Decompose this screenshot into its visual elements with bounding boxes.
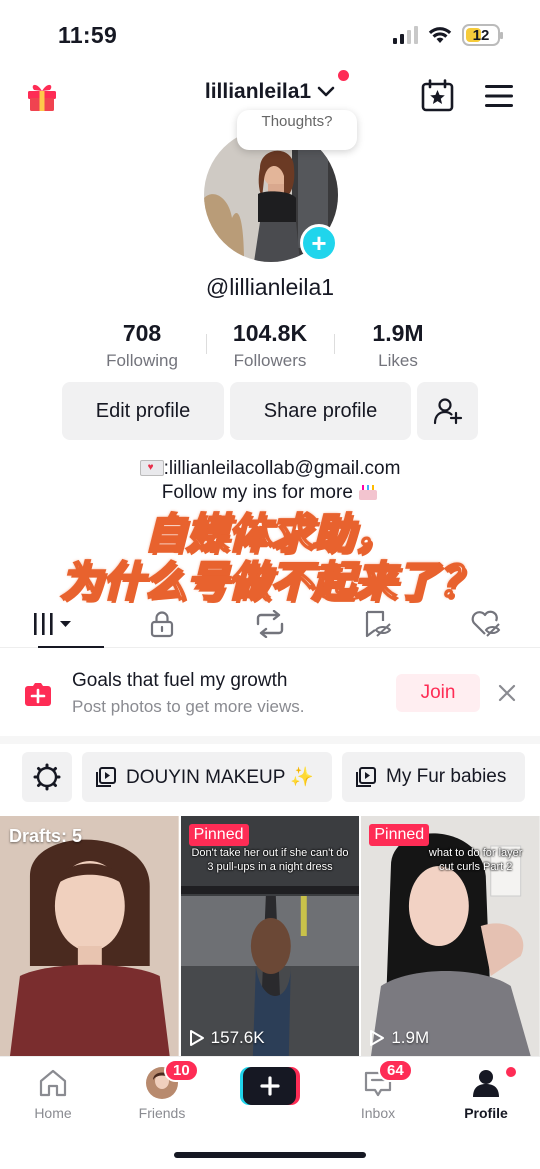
heart-hidden-icon xyxy=(471,610,501,637)
status-time: 11:59 xyxy=(58,22,118,48)
collection-chip-fur-babies[interactable]: My Fur babies xyxy=(342,752,525,802)
video-thumbnail-layer-cut[interactable]: Pinned what to do for layer cut curls Pa… xyxy=(361,816,540,1056)
videos-grid-icon xyxy=(34,612,71,635)
playlist-icon xyxy=(96,767,116,787)
wifi-icon xyxy=(428,27,452,43)
gear-icon xyxy=(33,763,61,791)
video-grid: Drafts: 5 Pinned Don't take her out if s… xyxy=(0,816,540,1056)
battery-icon: 12 xyxy=(462,24,503,46)
status-bar: 11:59 12 xyxy=(0,0,540,70)
tab-favorites[interactable] xyxy=(324,600,432,647)
collection-chip-douyin-makeup[interactable]: DOUYIN MAKEUP ✨ xyxy=(82,752,332,802)
nav-profile[interactable]: Profile xyxy=(446,1065,526,1121)
drafts-label: Drafts: 5 xyxy=(9,826,83,846)
view-count: 157.6K xyxy=(189,1028,265,1048)
video-thumbnail-drafts[interactable]: Drafts: 5 xyxy=(0,816,179,1056)
status-icons: 12 xyxy=(393,24,503,46)
stat-likes[interactable]: 1.9M Likes xyxy=(334,320,462,371)
pinned-badge: Pinned xyxy=(188,824,249,846)
profile-handle: @lillianleila1 xyxy=(205,274,335,300)
play-icon xyxy=(370,1030,385,1046)
calendar-star-icon[interactable] xyxy=(421,79,454,112)
lock-icon xyxy=(150,610,174,637)
nav-friends[interactable]: Friends 10 xyxy=(122,1059,202,1121)
profile-icon xyxy=(473,1070,499,1097)
tab-reposts[interactable] xyxy=(216,600,324,647)
profile-tabs xyxy=(0,600,540,648)
note-bubble[interactable]: Thoughts? xyxy=(237,110,357,150)
home-icon xyxy=(39,1069,67,1097)
goal-title: Goals that fuel my growth xyxy=(72,670,288,691)
tab-videos[interactable] xyxy=(0,600,108,648)
stat-followers[interactable]: 104.8K Followers xyxy=(206,320,334,371)
menu-icon[interactable] xyxy=(484,84,514,108)
goal-subtitle: Post photos to get more views. xyxy=(72,697,305,716)
notification-dot xyxy=(338,70,350,81)
repost-icon xyxy=(256,609,284,638)
account-switcher[interactable]: lillianleila1 xyxy=(0,70,540,104)
goal-card: Goals that fuel my growth Post photos to… xyxy=(0,650,540,736)
drafts-thumbnail-image xyxy=(0,816,179,1056)
cell-signal-icon xyxy=(393,26,418,44)
join-button[interactable]: Join xyxy=(396,674,480,712)
friends-badge: 10 xyxy=(164,1059,199,1082)
collection-chips: DOUYIN MAKEUP ✨ My Fur babies xyxy=(22,752,525,802)
profile-notification-dot xyxy=(506,1067,516,1077)
create-button[interactable] xyxy=(240,1067,300,1105)
inbox-badge: 64 xyxy=(378,1059,413,1082)
view-count: 1.9M xyxy=(369,1028,429,1048)
add-story-button[interactable]: + xyxy=(300,224,338,262)
home-indicator xyxy=(174,1152,366,1158)
video-caption: what to do for layer cut curls Part 2 xyxy=(428,847,523,873)
nav-inbox[interactable]: Inbox 64 xyxy=(338,1059,418,1121)
profile-stats: 708 Following 104.8K Followers 1.9M Like… xyxy=(78,320,462,371)
bio-email-line: ♥:lillianleilacollab@gmail.com xyxy=(0,458,540,480)
play-icon xyxy=(189,1030,204,1046)
edit-profile-button[interactable]: Edit profile xyxy=(62,382,224,440)
collection-settings-button[interactable] xyxy=(22,752,72,802)
tab-private[interactable] xyxy=(108,600,216,647)
envelope-heart-icon: ♥ xyxy=(139,460,164,476)
section-divider xyxy=(0,736,540,744)
nav-home[interactable]: Home xyxy=(13,1065,93,1121)
plus-icon xyxy=(243,1067,296,1105)
stat-following[interactable]: 708 Following xyxy=(78,320,206,371)
playlist-icon xyxy=(356,767,376,787)
share-profile-button[interactable]: Share profile xyxy=(230,382,411,440)
header-username: lillianleila1 xyxy=(204,80,312,103)
chevron-down-icon xyxy=(317,86,335,97)
video-caption: Don't take her out if she can't do 3 pul… xyxy=(191,847,349,873)
add-friends-button[interactable] xyxy=(417,382,478,440)
pinned-badge: Pinned xyxy=(369,824,430,846)
close-icon[interactable] xyxy=(495,681,519,705)
add-user-icon xyxy=(433,398,462,425)
video-thumbnail-pullups[interactable]: Pinned Don't take her out if she can't d… xyxy=(180,816,360,1056)
goal-icon xyxy=(25,683,51,706)
bookmark-hidden-icon xyxy=(365,610,392,637)
tab-liked[interactable] xyxy=(432,600,540,647)
cake-icon xyxy=(358,482,378,500)
